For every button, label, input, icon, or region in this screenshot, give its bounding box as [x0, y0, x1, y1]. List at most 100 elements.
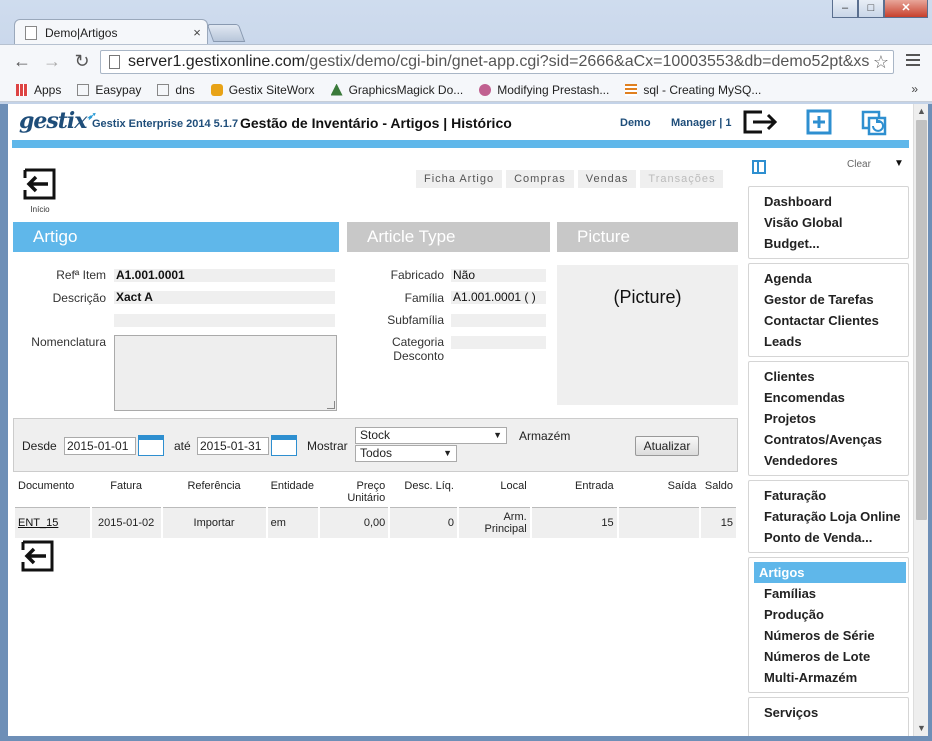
home-button[interactable]: Início — [20, 168, 60, 218]
window-close-button[interactable]: ✕ — [884, 0, 928, 18]
filter-box: Desde 2015-01-01 até 2015-01-31 Mostrar … — [13, 418, 738, 472]
sidebar-item-vendedores[interactable]: Vendedores — [754, 450, 906, 471]
sidebar-item-dashboard[interactable]: Dashboard — [754, 191, 906, 212]
nomenclatura-textarea[interactable] — [114, 335, 337, 411]
sidebar-item-familias[interactable]: Famílias — [754, 583, 906, 604]
sidebar-item-multi-armazem[interactable]: Multi-Armazém — [754, 667, 906, 688]
tab-close-icon[interactable]: × — [187, 25, 207, 40]
bookmarks-bar: Apps Easypay dns Gestix SiteWorx Graphic… — [0, 78, 932, 102]
apps-grid-icon — [16, 83, 28, 96]
cell-local: Arm. Principal — [458, 508, 530, 538]
new-tab-button[interactable] — [206, 24, 246, 42]
sidebar-item-clientes[interactable]: Clientes — [754, 366, 906, 387]
col-entidade[interactable]: Entidade — [267, 476, 318, 508]
sidebar-item-numeros-serie[interactable]: Números de Série — [754, 625, 906, 646]
chevron-down-icon: ▼ — [443, 448, 452, 458]
col-local[interactable]: Local — [458, 476, 530, 508]
tab-title: Demo|Artigos — [45, 25, 118, 40]
sidebar-item-numeros-lote[interactable]: Números de Lote — [754, 646, 906, 667]
sidebar-item-leads[interactable]: Leads — [754, 331, 906, 352]
col-entrada[interactable]: Entrada — [531, 476, 617, 508]
sidebar-item-contratos[interactable]: Contratos/Avenças — [754, 429, 906, 450]
reload-icon[interactable]: ↻ — [72, 52, 92, 72]
subfamilia-value — [451, 314, 546, 327]
bookmark-item[interactable]: dns — [157, 83, 195, 97]
sidebar-item-faturacao[interactable]: Faturação — [754, 485, 906, 506]
calendar-icon[interactable] — [271, 435, 297, 456]
gestix-logo[interactable]: gestix➶ — [19, 108, 96, 134]
scrollbar-thumb[interactable] — [916, 120, 927, 520]
bookmark-item[interactable]: Gestix SiteWorx — [210, 83, 315, 97]
armazem-label: Armazém — [519, 429, 571, 443]
sidebar-item-visao-global[interactable]: Visão Global — [754, 212, 906, 233]
sidebar-item-artigos[interactable]: Artigos — [754, 562, 906, 583]
mostrar-select[interactable]: Stock ▼ — [355, 427, 507, 444]
document-link[interactable]: ENT_15 — [18, 517, 58, 529]
forward-icon[interactable]: → — [42, 52, 62, 72]
col-fatura[interactable]: Fatura — [91, 476, 161, 508]
sidebar-item-servicos[interactable]: Serviços — [754, 702, 906, 723]
clear-link[interactable]: Clear — [847, 159, 871, 170]
categoria-label: Categoria Desconto — [391, 335, 444, 363]
refresh-icon[interactable] — [859, 108, 889, 136]
col-saida[interactable]: Saída — [618, 476, 700, 508]
role-link[interactable]: Manager | 1 — [671, 117, 732, 129]
menu-group-faturacao: Faturação Faturação Loja Online Ponto de… — [748, 480, 909, 553]
menu-group-agenda: Agenda Gestor de Tarefas Contactar Clien… — [748, 263, 909, 357]
back-button[interactable] — [20, 540, 60, 576]
col-desc-liq[interactable]: Desc. Líq. — [390, 476, 457, 508]
window-maximize-button[interactable]: □ — [858, 0, 884, 18]
sidebar-item-faturacao-loja-online[interactable]: Faturação Loja Online — [754, 506, 906, 527]
logout-icon[interactable] — [742, 108, 778, 136]
tipo-select[interactable]: Todos ▼ — [355, 445, 457, 462]
sidebar-toggle-icon[interactable] — [752, 160, 766, 174]
col-referencia[interactable]: Referência — [162, 476, 266, 508]
sidebar-item-agenda[interactable]: Agenda — [754, 268, 906, 289]
section-header-picture: Picture — [557, 222, 738, 252]
resize-grip-icon[interactable] — [327, 401, 335, 409]
ate-input[interactable]: 2015-01-31 — [197, 437, 269, 455]
col-preco-unitario[interactable]: Preço Unitário — [319, 476, 389, 508]
sidebar-item-encomendas[interactable]: Encomendas — [754, 387, 906, 408]
menu-group-artigos: Artigos Famílias Produção Números de Sér… — [748, 557, 909, 693]
back-icon[interactable]: ← — [12, 52, 32, 72]
menu-group-clientes: Clientes Encomendas Projetos Contratos/A… — [748, 361, 909, 476]
bookmark-item[interactable]: Easypay — [77, 83, 141, 97]
page-content: gestix➶ Gestix Enterprise 2014 5.1.7 Ges… — [8, 104, 913, 736]
categoria-value — [451, 336, 546, 349]
bookmark-item[interactable]: sql - Creating MySQ... — [625, 83, 761, 97]
sidebar-item-gestor-tarefas[interactable]: Gestor de Tarefas — [754, 289, 906, 310]
browser-chrome: – □ ✕ Demo|Artigos × ← → ↻ server1.gesti… — [0, 0, 932, 104]
desde-input[interactable]: 2015-01-01 — [64, 437, 136, 455]
tab-ficha-artigo[interactable]: Ficha Artigo — [416, 170, 503, 188]
col-saldo[interactable]: Saldo — [701, 476, 736, 508]
add-new-icon[interactable] — [805, 108, 835, 136]
browser-menu-icon[interactable] — [906, 54, 920, 69]
address-bar[interactable]: server1.gestixonline.com/gestix/demo/cgi… — [100, 50, 894, 74]
browser-tab[interactable]: Demo|Artigos × — [14, 19, 208, 45]
familia-label: Família — [404, 291, 444, 305]
page-scrollbar[interactable]: ▲ ▼ — [913, 104, 928, 736]
user-link[interactable]: Demo — [620, 117, 651, 129]
home-back-icon — [23, 168, 56, 200]
scroll-up-icon[interactable]: ▲ — [914, 104, 929, 119]
tab-compras[interactable]: Compras — [506, 170, 574, 188]
col-documento[interactable]: Documento — [15, 476, 90, 508]
window-minimize-button[interactable]: – — [832, 0, 858, 18]
calendar-icon[interactable] — [138, 435, 164, 456]
bookmark-item[interactable]: Apps — [16, 83, 61, 97]
sidebar-item-producao[interactable]: Produção — [754, 604, 906, 625]
scroll-down-icon[interactable]: ▼ — [914, 721, 929, 736]
sidebar-item-contactar-clientes[interactable]: Contactar Clientes — [754, 310, 906, 331]
atualizar-button[interactable]: Atualizar — [635, 436, 699, 456]
chevron-down-icon[interactable]: ▼ — [894, 158, 904, 169]
sidebar-item-projetos[interactable]: Projetos — [754, 408, 906, 429]
picture-placeholder: (Picture) — [557, 265, 738, 405]
bookmark-star-icon[interactable]: ☆ — [869, 52, 889, 73]
bookmark-item[interactable]: Modifying Prestash... — [479, 83, 609, 97]
sidebar-item-ponto-venda[interactable]: Ponto de Venda... — [754, 527, 906, 548]
bookmarks-more-icon[interactable]: » — [911, 82, 918, 96]
tab-vendas[interactable]: Vendas — [577, 170, 637, 188]
bookmark-item[interactable]: GraphicsMagick Do... — [330, 83, 463, 97]
sidebar-item-budget[interactable]: Budget... — [754, 233, 906, 254]
